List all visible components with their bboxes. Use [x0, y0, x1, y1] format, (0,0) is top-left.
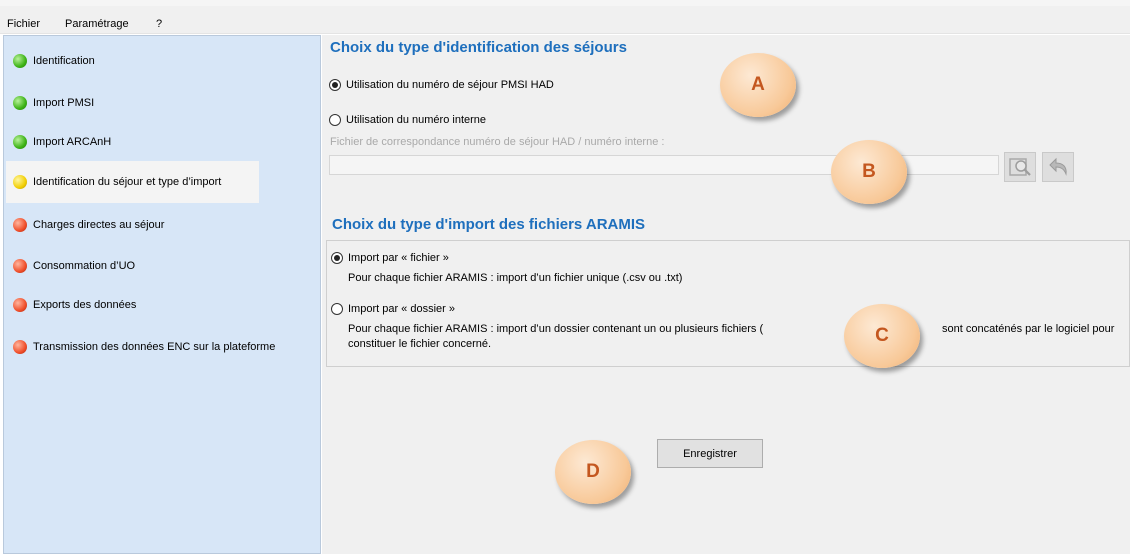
option-folder-description-line2: constituer le fichier concerné.	[348, 338, 492, 350]
browse-file-button[interactable]	[1004, 152, 1036, 182]
browse-icon	[1009, 158, 1031, 176]
radio-label: Utilisation du numéro interne	[346, 114, 487, 126]
menu-fichier[interactable]: Fichier	[7, 18, 40, 30]
radio-button-checked[interactable]	[329, 79, 341, 91]
radio-option-file[interactable]: Import par « fichier »	[331, 252, 449, 264]
radio-button-checked[interactable]	[331, 252, 343, 264]
radio-option-internal[interactable]: Utilisation du numéro interne	[329, 114, 486, 126]
sidebar-item-import-pmsi[interactable]: Import PMSI	[6, 82, 94, 124]
sidebar-item-label: Transmission des données ENC sur la plat…	[33, 341, 276, 353]
sidebar-item-identification[interactable]: Identification	[6, 40, 95, 82]
callout-b: B	[831, 140, 907, 204]
radio-label: Import par « dossier »	[348, 303, 455, 315]
option-file-description: Pour chaque fichier ARAMIS : import d’un…	[348, 272, 683, 284]
option-folder-description-line1b: sont concaténés par le logiciel pour	[942, 323, 1115, 335]
status-green-icon	[13, 54, 27, 68]
main-panel: Choix du type d'identification des séjou…	[322, 35, 1130, 554]
radio-label: Import par « fichier »	[348, 252, 449, 264]
save-button[interactable]: Enregistrer	[657, 439, 763, 468]
status-green-icon	[13, 135, 27, 149]
callout-a: A	[720, 53, 796, 117]
sidebar-item-transmission[interactable]: Transmission des données ENC sur la plat…	[6, 326, 275, 368]
radio-button[interactable]	[331, 303, 343, 315]
menu-bar: Fichier Paramétrage ?	[0, 6, 1130, 34]
radio-button[interactable]	[329, 114, 341, 126]
radio-option-pmsi[interactable]: Utilisation du numéro de séjour PMSI HAD	[329, 79, 554, 91]
sidebar-item-label: Identification	[33, 55, 95, 67]
status-red-icon	[13, 340, 27, 354]
sidebar-item-label: Identification du séjour et type d’impor…	[33, 176, 222, 188]
status-green-icon	[13, 96, 27, 110]
sidebar-item-charges-directes[interactable]: Charges directes au séjour	[6, 204, 164, 246]
import-options-panel: Import par « fichier » Pour chaque fichi…	[326, 240, 1130, 367]
status-red-icon	[13, 218, 27, 232]
menu-parametrage[interactable]: Paramétrage	[65, 18, 129, 30]
status-yellow-icon	[13, 175, 27, 189]
callout-d: D	[555, 440, 631, 504]
sidebar-item-exports[interactable]: Exports des données	[6, 284, 136, 326]
radio-option-folder[interactable]: Import par « dossier »	[331, 303, 455, 315]
status-red-icon	[13, 298, 27, 312]
undo-icon	[1049, 157, 1067, 176]
callout-c: C	[844, 304, 920, 368]
sidebar-item-label: Charges directes au séjour	[33, 219, 165, 231]
sidebar-item-import-arcanh[interactable]: Import ARCAnH	[6, 121, 111, 163]
menu-help[interactable]: ?	[156, 18, 162, 30]
undo-button[interactable]	[1042, 152, 1074, 182]
sidebar-item-identification-sejour[interactable]: Identification du séjour et type d’impor…	[6, 161, 259, 203]
status-red-icon	[13, 259, 27, 273]
file-correspondence-label: Fichier de correspondance numéro de séjo…	[330, 136, 665, 148]
sidebar-item-consommation-uo[interactable]: Consommation d’UO	[6, 245, 135, 287]
sidebar: Identification Import PMSI Import ARCAnH…	[3, 35, 321, 554]
identification-title: Choix du type d'identification des séjou…	[330, 39, 627, 56]
sidebar-item-label: Exports des données	[33, 299, 137, 311]
sidebar-item-label: Consommation d’UO	[33, 260, 136, 272]
sidebar-item-label: Import ARCAnH	[33, 136, 112, 148]
option-folder-description-line1a: Pour chaque fichier ARAMIS : import d’un…	[348, 323, 764, 335]
sidebar-item-label: Import PMSI	[33, 97, 95, 109]
import-title: Choix du type d'import des fichiers ARAM…	[332, 216, 646, 233]
radio-label: Utilisation du numéro de séjour PMSI HAD	[346, 79, 554, 91]
